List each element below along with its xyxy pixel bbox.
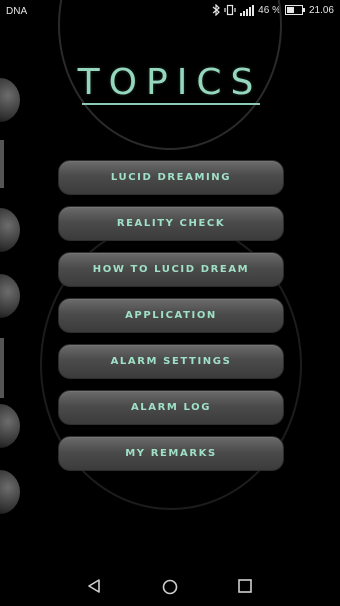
left-edge-knob [0,208,20,252]
navigation-bar [0,566,340,606]
application-button[interactable]: APPLICATION [58,298,284,333]
battery-icon [284,5,305,15]
left-edge-bar [0,338,4,398]
left-edge-knob [0,274,20,318]
left-edge-knob [0,404,20,448]
my-remarks-button[interactable]: MY REMARKS [58,436,284,471]
lucid-dreaming-button[interactable]: LUCID DREAMING [58,160,284,195]
page-title: TOPICS [77,62,263,103]
alarm-settings-button[interactable]: ALARM SETTINGS [58,344,284,379]
how-to-lucid-dream-button[interactable]: HOW TO LUCID DREAM [58,252,284,287]
reality-check-button[interactable]: REALITY CHECK [58,206,284,241]
app-screen: DNA 46 % 21.06 TOPICS LUCID DREAMING REA… [0,0,340,606]
alarm-log-button[interactable]: ALARM LOG [58,390,284,425]
back-icon[interactable] [87,579,101,593]
title-underline [82,103,260,105]
left-edge-knob [0,470,20,514]
left-edge-bar [0,140,4,188]
home-icon[interactable] [162,579,178,595]
recents-icon[interactable] [238,579,252,593]
carrier-label: DNA [6,6,28,17]
clock: 21.06 [308,4,334,16]
